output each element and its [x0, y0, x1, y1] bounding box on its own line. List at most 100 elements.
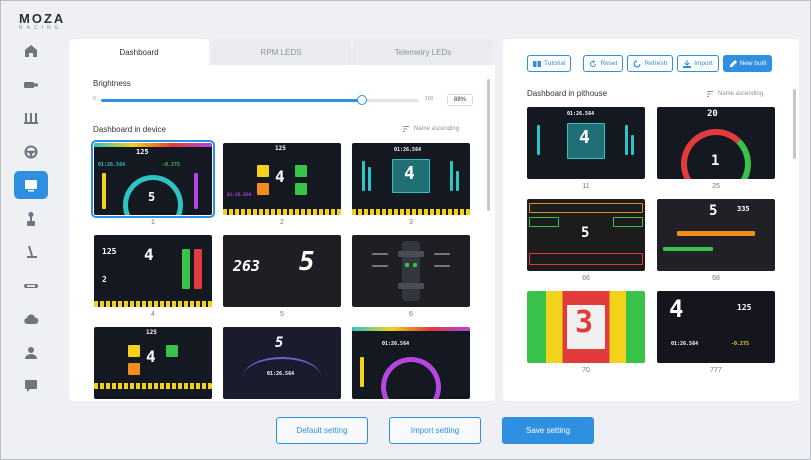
dashboard-thumb[interactable]: 4 125 01:26.564 -0.275 [657, 291, 775, 363]
device-dashboard-card[interactable]: 125 4 [94, 327, 212, 401]
cloud-icon [24, 314, 39, 325]
dashboard-thumb[interactable]: 125 4 [94, 327, 212, 399]
pithouse-dashboard-grid: 01:26.564 4 11 20 1 25 5 66 5 335 68 3 7… [527, 107, 775, 377]
dashboard-thumb[interactable]: 125 4 01:26.564 [223, 143, 341, 215]
pithouse-dashboard-card[interactable]: 3 70 [527, 291, 645, 377]
pencil-icon [729, 59, 737, 67]
device-dashboard-card[interactable]: 263 5 5 [223, 235, 341, 321]
device-sort-label: Name ascending [414, 126, 460, 132]
dashboard-thumb[interactable]: 01:26.564 [352, 327, 470, 399]
dashboard-caption: 70 [582, 367, 590, 374]
reset-button[interactable]: Reset [583, 55, 624, 72]
steering-wheel-icon [24, 145, 38, 158]
sidebar-item-shifter[interactable] [14, 205, 48, 233]
default-setting-button[interactable]: Default setting [276, 417, 368, 444]
brightness-slider-row: 0 100 88% [93, 94, 473, 107]
dashboard-caption: 6 [409, 311, 413, 318]
sidebar-item-dashboard[interactable] [14, 171, 48, 199]
sidebar-item-steering-wheel[interactable] [14, 138, 48, 166]
dashboard-thumb[interactable]: 125 01:26.564 -0.275 5 [91, 140, 215, 218]
sidebar-nav [11, 37, 51, 401]
brightness-label: Brightness [93, 79, 131, 88]
refresh-button[interactable]: Refresh [627, 55, 674, 72]
pithouse-toolbar: Tutorial Reset Refresh Import New built [527, 55, 773, 72]
pithouse-dashboard-card[interactable]: 5 335 68 [657, 199, 775, 285]
moza-logo: MOZA RACING [19, 11, 79, 31]
device-dashboard-grid: 125 01:26.564 -0.275 5 1 125 4 01:26.564… [91, 140, 470, 401]
sidebar-item-cloud[interactable] [14, 305, 48, 333]
import-icon [683, 59, 692, 68]
tutorial-button[interactable]: Tutorial [527, 55, 572, 72]
dashboard-caption: 3 [409, 219, 413, 226]
device-dashboard-card[interactable]: 5 01:26.564 [223, 327, 341, 401]
brightness-max: 100 [425, 96, 434, 102]
device-section-title: Dashboard in device [93, 125, 166, 134]
brightness-min: 0 [93, 96, 96, 102]
dashboard-caption: 1 [151, 219, 155, 226]
sidebar-item-handbrake[interactable] [14, 238, 48, 266]
pedals-icon [24, 113, 38, 124]
device-dashboard-card[interactable]: 125 01:26.564 -0.275 5 1 [91, 140, 215, 229]
tab-rpm-leds[interactable]: RPM LEDS [211, 39, 351, 65]
sidebar-item-account[interactable] [14, 339, 48, 367]
dashboard-thumb[interactable]: 263 5 [223, 235, 341, 307]
pithouse-section-title: Dashboard in pithouse [527, 89, 608, 98]
dashboard-thumb[interactable]: 3 [527, 291, 645, 363]
device-list-scrollbar[interactable] [487, 79, 490, 211]
pithouse-sort-label: Name ascending [718, 91, 764, 97]
sidebar-item-wheelbase[interactable] [14, 71, 48, 99]
device-dashboard-card[interactable]: 01:26.564 [352, 327, 470, 401]
device-dashboard-panel: Dashboard RPM LEDS Telemetry LEDs Bright… [69, 39, 495, 401]
import-button[interactable]: Import [677, 55, 719, 72]
brightness-slider-thumb[interactable] [356, 95, 367, 105]
dashboard-caption: 66 [582, 275, 590, 282]
save-setting-button[interactable]: Save setting [502, 417, 594, 444]
tab-bar: Dashboard RPM LEDS Telemetry LEDs [69, 39, 495, 65]
sidebar-item-chat[interactable] [14, 372, 48, 400]
home-icon [25, 45, 37, 57]
import-setting-button[interactable]: Import setting [389, 417, 481, 444]
logo-tagline: RACING [19, 25, 63, 31]
app-window: MOZA RACING Dashboard RPM LEDS Telemetry… [0, 0, 811, 460]
pithouse-dashboard-card[interactable]: 4 125 01:26.564 -0.275 777 [657, 291, 775, 377]
pithouse-dashboard-card[interactable]: 01:26.564 4 11 [527, 107, 645, 193]
sidebar-item-display[interactable] [14, 272, 48, 300]
device-dashboard-card[interactable]: 6 [352, 235, 470, 321]
dashboard-caption: 68 [712, 275, 720, 282]
brightness-slider[interactable] [101, 95, 419, 105]
dashboard-thumb[interactable]: 01:26.564 4 [527, 107, 645, 179]
sort-icon [403, 126, 409, 132]
dashboard-icon [25, 180, 37, 192]
device-dashboard-card[interactable]: 01:26.564 4 3 [352, 143, 470, 229]
device-sort-control[interactable]: Name ascending [403, 125, 459, 133]
account-icon [25, 346, 37, 359]
brightness-slider-fill [101, 99, 362, 102]
dashboard-thumb[interactable]: 20 1 [657, 107, 775, 179]
shifter-icon [27, 211, 35, 226]
tab-telemetry-leds[interactable]: Telemetry LEDs [353, 39, 493, 65]
tab-dashboard[interactable]: Dashboard [69, 39, 209, 65]
book-icon [533, 60, 541, 67]
dashboard-thumb[interactable]: 01:26.564 4 [352, 143, 470, 215]
brightness-value-input[interactable]: 88% [447, 94, 473, 106]
refresh-icon [633, 60, 641, 67]
device-dashboard-card[interactable]: 125 4 01:26.564 2 [223, 143, 341, 229]
device-dashboard-card[interactable]: 125 4 2 4 [94, 235, 212, 321]
dashboard-thumb[interactable] [352, 235, 470, 307]
pithouse-sort-control[interactable]: Name ascending [707, 90, 763, 98]
pithouse-dashboard-card[interactable]: 20 1 25 [657, 107, 775, 193]
pithouse-list-scrollbar[interactable] [793, 89, 796, 159]
dashboard-thumb[interactable]: 5 [527, 199, 645, 271]
dashboard-caption: 4 [151, 311, 155, 318]
pithouse-dashboard-card[interactable]: 5 66 [527, 199, 645, 285]
sidebar-item-home[interactable] [14, 37, 48, 65]
dashboard-thumb[interactable]: 125 4 2 [94, 235, 212, 307]
new-built-button[interactable]: New built [722, 55, 773, 72]
sort-icon [707, 91, 713, 97]
sidebar-item-pedals[interactable] [14, 104, 48, 132]
dashboard-caption: 2 [280, 219, 284, 226]
dashboard-thumb[interactable]: 5 335 [657, 199, 775, 271]
dashboard-thumb[interactable]: 5 01:26.564 [223, 327, 341, 399]
footer-bar: Default setting Import setting Save sett… [1, 405, 811, 460]
pithouse-dashboard-panel: Tutorial Reset Refresh Import New built … [503, 39, 799, 401]
